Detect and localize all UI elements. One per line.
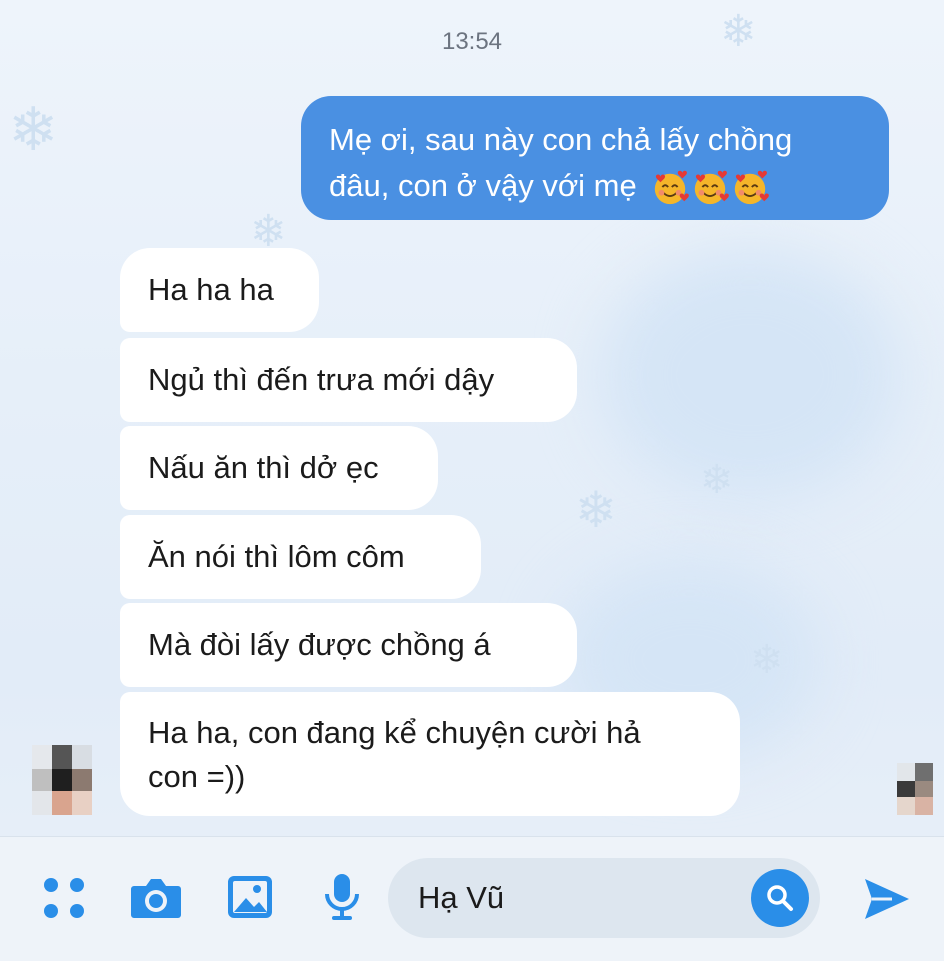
background-glow	[600, 250, 900, 500]
snowflake-decoration: ❄	[8, 96, 59, 163]
message-input-value: Hạ Vũ	[418, 880, 505, 915]
message-timestamp: 13:54	[441, 28, 503, 55]
sender-avatar[interactable]	[32, 745, 92, 815]
incoming-message-bubble[interactable]: Ha ha, con đang kể chuyện cười hả con =)…	[120, 692, 740, 816]
snowflake-decoration: ❄	[575, 482, 617, 538]
emoji-group	[651, 169, 770, 207]
camera-icon[interactable]	[130, 876, 182, 920]
outgoing-message-line: đâu, con ở vậy với mẹ	[329, 168, 637, 203]
incoming-message-text: Mà đòi lấy được chồng á	[148, 627, 491, 662]
incoming-message-text: con =))	[148, 759, 246, 794]
read-receipt-avatar	[897, 763, 933, 815]
smiling-face-with-hearts-emoji	[695, 170, 730, 204]
outgoing-message-line-2-wrap: đâu, con ở vậy với mẹ	[329, 163, 865, 209]
send-icon[interactable]	[862, 876, 912, 922]
smiling-face-with-hearts-emoji	[655, 170, 690, 204]
incoming-message-text: Ha ha, con đang kể chuyện cười hả	[148, 715, 641, 750]
outgoing-message-line: Mẹ ơi, sau này con chả lấy chồng	[329, 122, 793, 157]
incoming-message-text: Ha ha ha	[148, 272, 274, 307]
snowflake-decoration: ❄	[750, 638, 784, 682]
outgoing-message-bubble[interactable]: Mẹ ơi, sau này con chả lấy chồng đâu, co…	[301, 96, 889, 220]
incoming-message-bubble[interactable]: Ăn nói thì lôm côm	[120, 515, 481, 599]
incoming-message-bubble[interactable]: Nấu ăn thì dở ẹc	[120, 426, 438, 510]
apps-grid-icon[interactable]	[42, 876, 86, 920]
incoming-message-bubble[interactable]: Ha ha ha	[120, 248, 319, 332]
incoming-message-bubble[interactable]: Mà đòi lấy được chồng á	[120, 603, 577, 687]
incoming-message-text: Nấu ăn thì dở ẹc	[148, 450, 379, 485]
image-icon[interactable]	[226, 874, 274, 920]
incoming-message-text: Ăn nói thì lôm côm	[148, 539, 405, 574]
incoming-message-bubble[interactable]: Ngủ thì đến trưa mới dậy	[120, 338, 577, 422]
smiling-face-with-hearts-emoji	[735, 170, 770, 204]
search-button[interactable]	[751, 869, 809, 927]
search-icon	[767, 885, 793, 911]
incoming-message-text-wrap: Ha ha, con đang kể chuyện cười hả con =)…	[148, 711, 641, 799]
snowflake-decoration: ❄	[700, 458, 734, 502]
microphone-icon[interactable]	[322, 872, 362, 922]
incoming-message-text: Ngủ thì đến trưa mới dậy	[148, 362, 495, 397]
